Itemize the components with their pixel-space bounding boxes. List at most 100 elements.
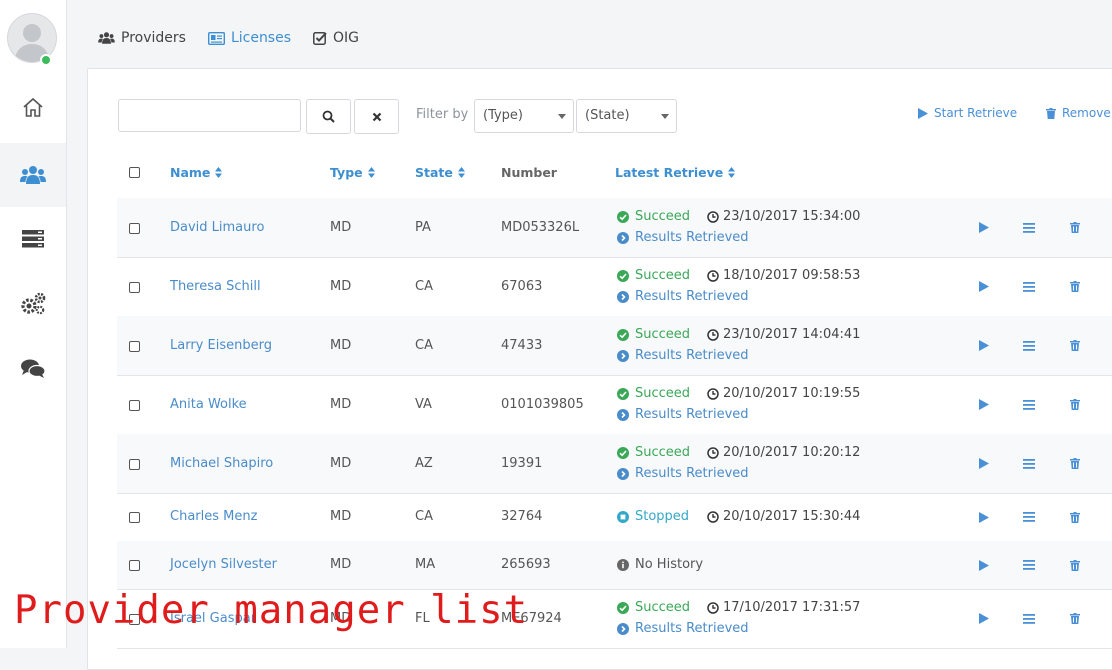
retrieve-row-button[interactable] [977, 510, 991, 524]
tab-oig[interactable]: OIG [313, 30, 359, 46]
timestamp-text: 20/10/2017 10:20:12 [723, 445, 861, 460]
results-retrieved-link[interactable]: Results Retrieved [617, 407, 749, 422]
results-retrieved-link[interactable]: Results Retrieved [617, 289, 749, 304]
chevron-circle-right-icon [617, 231, 629, 244]
delete-row-button[interactable] [1068, 339, 1082, 353]
delete-row-button[interactable] [1068, 558, 1082, 572]
select-all-checkbox[interactable] [129, 167, 140, 178]
details-row-button[interactable] [1022, 398, 1036, 412]
timestamp-text: 17/10/2017 17:31:57 [723, 600, 861, 615]
sidebar-item-server[interactable] [0, 207, 66, 271]
clear-button[interactable] [354, 99, 399, 134]
timestamp-text: 23/10/2017 14:04:41 [723, 327, 861, 342]
delete-row-button[interactable] [1068, 280, 1082, 294]
provider-name-link[interactable]: Michael Shapiro [170, 456, 273, 471]
delete-row-button[interactable] [1068, 221, 1082, 235]
delete-row-button[interactable] [1068, 457, 1082, 471]
details-row-button[interactable] [1022, 510, 1036, 524]
row-checkbox[interactable] [129, 340, 140, 352]
cogs-icon [21, 292, 46, 315]
remove-label: Remove [1062, 106, 1111, 120]
play-icon [979, 613, 989, 624]
check-circle-icon [617, 328, 629, 341]
provider-name-link[interactable]: Anita Wolke [170, 397, 247, 412]
tab-providers[interactable]: Providers [98, 30, 186, 46]
type-select[interactable]: (Type) [474, 99, 574, 133]
remove-button[interactable]: Remove [1046, 106, 1111, 120]
result-text: Results Retrieved [635, 230, 749, 245]
check-square-icon [313, 32, 327, 45]
details-row-button[interactable] [1022, 558, 1036, 572]
header-latest-retrieve[interactable]: Latest Retrieve [615, 165, 736, 180]
header-type[interactable]: Type [330, 165, 375, 180]
status-badge: Succeed [617, 268, 690, 283]
header-name[interactable]: Name [170, 165, 223, 180]
sort-icon [457, 167, 465, 178]
trash-icon [1070, 399, 1080, 410]
timestamp-text: 23/10/2017 15:34:00 [723, 209, 861, 224]
row-checkbox[interactable] [129, 281, 140, 293]
row-checkbox[interactable] [129, 222, 140, 234]
tab-licenses[interactable]: Licenses [207, 30, 291, 46]
provider-type: MD [330, 219, 352, 235]
retrieve-row-button[interactable] [977, 612, 991, 626]
retrieve-row-button[interactable] [977, 398, 991, 412]
table-row: Charles Menz MD CA 32764 Stopped 20/10/2017 1… [117, 493, 1112, 542]
results-retrieved-link[interactable]: Results Retrieved [617, 466, 749, 481]
sidebar-item-home[interactable] [0, 76, 66, 140]
provider-name-link[interactable]: Jocelyn Silvester [170, 557, 277, 572]
row-checkbox[interactable] [129, 399, 140, 411]
menu-icon [1023, 281, 1035, 292]
license-number: 47433 [501, 337, 543, 353]
sort-icon [728, 167, 736, 178]
results-retrieved-link[interactable]: Results Retrieved [617, 348, 749, 363]
provider-type: MD [330, 396, 352, 412]
details-row-button[interactable] [1022, 221, 1036, 235]
caret-down-icon [558, 114, 566, 119]
results-retrieved-link[interactable]: Results Retrieved [617, 621, 749, 636]
provider-type: MD [330, 278, 352, 294]
header-state[interactable]: State [415, 165, 465, 180]
provider-name-link[interactable]: Charles Menz [170, 509, 257, 524]
retrieve-row-button[interactable] [977, 339, 991, 353]
retrieve-row-button[interactable] [977, 221, 991, 235]
delete-row-button[interactable] [1068, 612, 1082, 626]
start-retrieve-label: Start Retrieve [934, 106, 1018, 120]
retrieve-row-button[interactable] [977, 457, 991, 471]
details-row-button[interactable] [1022, 457, 1036, 471]
provider-name-link[interactable]: David Limauro [170, 220, 264, 235]
search-button[interactable] [306, 99, 351, 134]
row-checkbox[interactable] [129, 560, 140, 571]
table-row: Jocelyn Silvester MD MA 265693 No History [117, 541, 1112, 590]
details-row-button[interactable] [1022, 339, 1036, 353]
sidebar-item-providers[interactable] [0, 143, 66, 207]
header-number-label: Number [501, 165, 557, 180]
row-checkbox[interactable] [129, 458, 140, 470]
delete-row-button[interactable] [1068, 398, 1082, 412]
clock-icon [707, 210, 719, 223]
provider-name-link[interactable]: Larry Eisenberg [170, 338, 272, 353]
state-select[interactable]: (State) [576, 99, 677, 133]
provider-type: MD [330, 455, 352, 471]
results-retrieved-link[interactable]: Results Retrieved [617, 230, 749, 245]
search-input[interactable] [118, 99, 301, 132]
sidebar [0, 0, 67, 648]
table-row: Larry Eisenberg MD CA 47433 Succeed 23/10/201… [117, 316, 1112, 376]
menu-icon [1023, 399, 1035, 410]
timestamp-text: 18/10/2017 09:58:53 [723, 268, 861, 283]
sidebar-item-settings[interactable] [0, 272, 66, 336]
menu-icon [1023, 458, 1035, 469]
details-row-button[interactable] [1022, 280, 1036, 294]
clock-icon [707, 328, 719, 341]
retrieve-row-button[interactable] [977, 558, 991, 572]
sidebar-item-messages[interactable] [0, 337, 66, 401]
details-row-button[interactable] [1022, 612, 1036, 626]
start-retrieve-button[interactable]: Start Retrieve [918, 106, 1017, 120]
trash-icon [1070, 613, 1080, 624]
provider-name-link[interactable]: Theresa Schill [170, 279, 261, 294]
result-text: Results Retrieved [635, 348, 749, 363]
delete-row-button[interactable] [1068, 510, 1082, 524]
chevron-circle-right-icon [617, 290, 629, 303]
retrieve-row-button[interactable] [977, 280, 991, 294]
row-checkbox[interactable] [129, 512, 140, 523]
